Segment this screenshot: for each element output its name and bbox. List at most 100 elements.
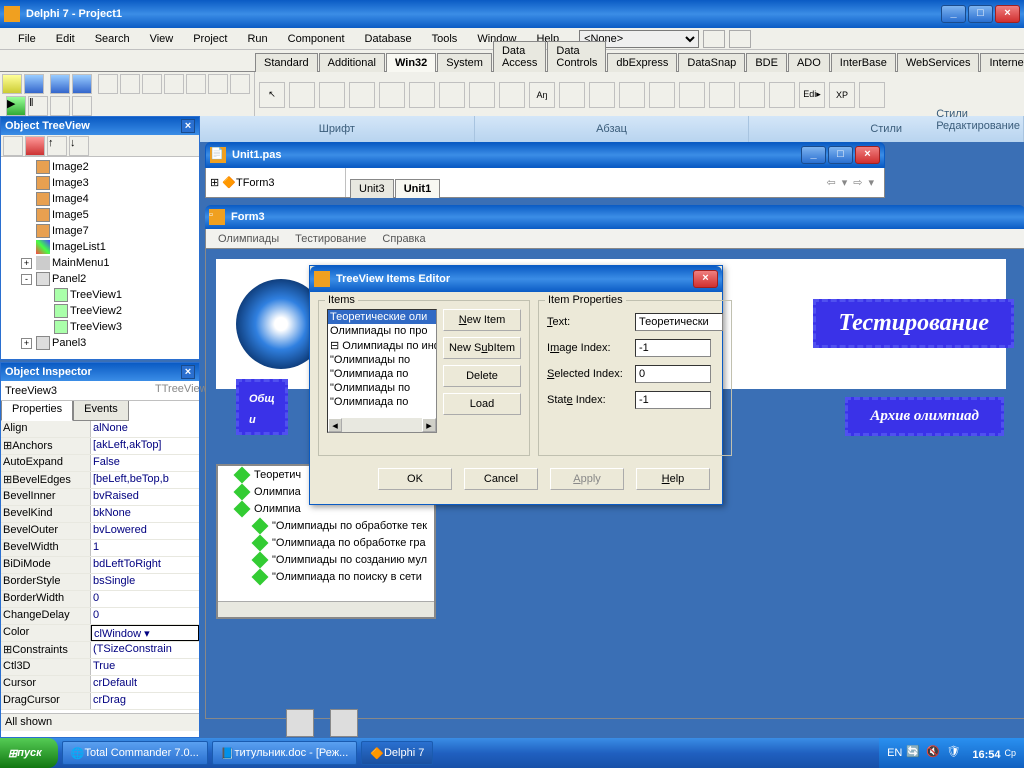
viewform-button[interactable]	[186, 74, 206, 94]
tree-item[interactable]: Image7	[3, 223, 197, 239]
comp-xpman[interactable]	[859, 82, 885, 108]
menu-edit[interactable]: Edit	[46, 31, 85, 47]
comp-pagescroller[interactable]: Edi▸	[799, 82, 825, 108]
comp-progressbar[interactable]	[439, 82, 465, 108]
tree-scroll-left[interactable]: ◂	[328, 418, 342, 432]
property-row[interactable]: BorderWidth0	[1, 591, 199, 608]
menu-search[interactable]: Search	[85, 31, 140, 47]
dlg-tree-row[interactable]: "Олимпиада по	[328, 395, 436, 409]
property-row[interactable]: BorderStylebsSingle	[1, 574, 199, 591]
form3-menu-3[interactable]: Справка	[374, 232, 433, 246]
tree-item[interactable]: Image2	[3, 159, 197, 175]
otv-down-icon[interactable]: ↓	[69, 136, 89, 156]
property-row[interactable]: DragCursorcrDrag	[1, 693, 199, 710]
help-button[interactable]: Help	[636, 468, 710, 490]
menu-database[interactable]: Database	[355, 31, 422, 47]
otv-title[interactable]: Object TreeView ×	[1, 117, 199, 135]
stepover-button[interactable]	[50, 96, 70, 116]
maximize-button[interactable]: □	[968, 5, 993, 23]
editor-max-button[interactable]: □	[828, 146, 853, 164]
tray-icon-2[interactable]: 🔇	[926, 745, 942, 761]
removefile-button[interactable]	[142, 74, 162, 94]
menu-project[interactable]: Project	[183, 31, 237, 47]
form3-menu-2[interactable]: Тестирование	[287, 232, 374, 246]
new-button[interactable]	[2, 74, 22, 94]
oi-object-combo[interactable]: TTreeView ▾	[1, 381, 199, 401]
tab-datacontrols[interactable]: Data Controls	[547, 41, 606, 72]
tab-interbase[interactable]: InterBase	[831, 53, 896, 72]
nav-back-icon[interactable]: ⇦	[827, 176, 836, 189]
saveall-button[interactable]	[72, 74, 92, 94]
comp-trackbar[interactable]	[409, 82, 435, 108]
ok-button[interactable]: OK	[378, 468, 452, 490]
comp-coolbar[interactable]	[769, 82, 795, 108]
tab-system[interactable]: System	[437, 53, 492, 72]
oi-tab-properties[interactable]: Properties	[1, 401, 73, 421]
property-row[interactable]: BiDiModebdLeftToRight	[1, 557, 199, 574]
menu-view[interactable]: View	[140, 31, 184, 47]
comp-comboex[interactable]: XP	[829, 82, 855, 108]
property-row[interactable]: AutoExpandFalse	[1, 455, 199, 472]
editor-tab-unit3[interactable]: Unit3	[350, 179, 394, 198]
save-button[interactable]	[50, 74, 70, 94]
property-row[interactable]: ⊞BevelEdges[beLeft,beTop,b	[1, 472, 199, 489]
stepinto-button[interactable]	[72, 96, 92, 116]
newform-button[interactable]	[230, 74, 250, 94]
delete-button[interactable]: Delete	[443, 365, 521, 387]
comp-treeview[interactable]	[619, 82, 645, 108]
property-row[interactable]: AlignalNone	[1, 421, 199, 438]
property-row[interactable]: BevelOuterbvLowered	[1, 523, 199, 540]
tab-dataaccess[interactable]: Data Access	[493, 41, 546, 72]
property-row[interactable]: CursorcrDefault	[1, 676, 199, 693]
tray-icon-3[interactable]: 🛡	[946, 745, 962, 761]
start-button[interactable]: ⊞ пуск	[0, 738, 58, 768]
tab-win32[interactable]: Win32	[386, 53, 436, 72]
nav-fwd-icon[interactable]: ⇨	[853, 176, 862, 189]
comp-toolbar[interactable]	[739, 82, 765, 108]
tree-item[interactable]: TreeView1	[3, 287, 197, 303]
load-button[interactable]: Load	[443, 393, 521, 415]
editor-tab-unit1[interactable]: Unit1	[395, 179, 441, 198]
comp-animate[interactable]: Aŋ	[529, 82, 555, 108]
comp-month[interactable]	[589, 82, 615, 108]
tab-datasnap[interactable]: DataSnap	[678, 53, 745, 72]
form3-titlebar[interactable]: ▫ Form3	[205, 205, 1024, 229]
task-totalcmd[interactable]: 🌐 Total Commander 7.0...	[62, 741, 208, 765]
comp-datetime[interactable]	[559, 82, 585, 108]
minimize-button[interactable]: _	[941, 5, 966, 23]
tray-icon-1[interactable]: 🔄	[906, 745, 922, 761]
tab-bde[interactable]: BDE	[746, 53, 787, 72]
testing-label[interactable]: Тестирование	[813, 299, 1014, 348]
cancel-button[interactable]: Cancel	[464, 468, 538, 490]
archive-label[interactable]: Архив олимпиад	[845, 397, 1004, 436]
tab-standard[interactable]: Standard	[255, 53, 318, 72]
property-row[interactable]: BevelKindbkNone	[1, 506, 199, 523]
property-row[interactable]: ColorclWindow ▾	[1, 625, 199, 642]
comp-updown[interactable]	[469, 82, 495, 108]
imagelist-icon[interactable]	[286, 709, 314, 737]
imageindex-input[interactable]	[635, 339, 711, 357]
tree-item[interactable]: +MainMenu1	[3, 255, 197, 271]
tab-dbexpress[interactable]: dbExpress	[607, 53, 677, 72]
open-button[interactable]	[24, 74, 44, 94]
cursor-tool[interactable]: ↖	[259, 82, 285, 108]
form3-tv-row[interactable]: "Олимпиада по поиску в сети	[218, 568, 434, 585]
editor-min-button[interactable]: _	[801, 146, 826, 164]
property-row[interactable]: ⊞Anchors[akLeft,akTop]	[1, 438, 199, 455]
comp-tabcontrol[interactable]	[289, 82, 315, 108]
close-button[interactable]: ×	[995, 5, 1020, 23]
otv-new-icon[interactable]	[3, 136, 23, 156]
oi-object-name[interactable]	[1, 381, 151, 400]
tree-scroll-right[interactable]: ▸	[422, 418, 436, 432]
oi-property-grid[interactable]: AlignalNone⊞Anchors[akLeft,akTop]AutoExp…	[1, 421, 199, 713]
toolbar-btn-b[interactable]	[729, 30, 751, 48]
form3-tv-row[interactable]: "Олимпиада по обработке гра	[218, 534, 434, 551]
language-indicator[interactable]: EN	[887, 747, 902, 759]
editor-titlebar[interactable]: 📄 Unit1.pas _ □ ×	[205, 142, 885, 168]
form3-menu-1[interactable]: Олимпиады	[210, 232, 287, 246]
dialog-close-button[interactable]: ×	[693, 270, 718, 288]
oi-title[interactable]: Object Inspector ×	[1, 363, 199, 381]
property-row[interactable]: ChangeDelay0	[1, 608, 199, 625]
comp-richedit[interactable]	[379, 82, 405, 108]
main-titlebar[interactable]: Delphi 7 - Project1 _ □ ×	[0, 0, 1024, 28]
